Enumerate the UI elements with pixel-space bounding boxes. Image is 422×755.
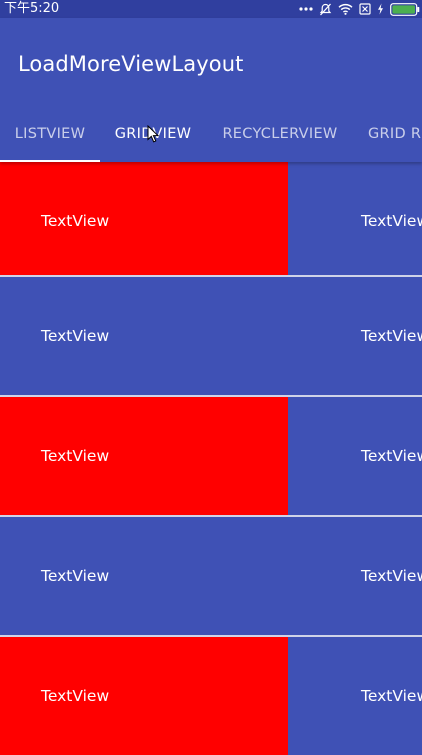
app-title: LoadMoreViewLayout (18, 52, 244, 76)
battery-icon (390, 2, 420, 16)
charging-icon (377, 3, 384, 15)
grid-item[interactable]: TextView (288, 637, 422, 755)
grid-row: TextView TextView (0, 637, 422, 755)
tab-listview[interactable]: LISTVIEW (0, 106, 100, 162)
grid-item[interactable]: TextView (0, 277, 288, 395)
grid-item[interactable]: TextView (288, 517, 422, 635)
grid-item-text: TextView (361, 212, 422, 230)
grid-item[interactable]: TextView (0, 397, 288, 515)
grid-item-text: TextView (361, 567, 422, 585)
grid-item-text: TextView (41, 212, 110, 230)
tab-label: RECYCLERVIEW (222, 126, 338, 142)
grid-item-text: TextView (361, 447, 422, 465)
grid-item-text: TextView (41, 567, 110, 585)
grid-item[interactable]: TextView (0, 162, 288, 280)
silent-icon (319, 3, 332, 16)
grid-item[interactable]: TextView (288, 397, 422, 515)
status-bar: 下午5:20 (0, 0, 422, 18)
wifi-icon (338, 3, 353, 15)
grid-item-text: TextView (41, 447, 110, 465)
status-time: 下午5:20 (4, 1, 60, 16)
app-bar: LoadMoreViewLayout LISTVIEW GRIDVIEW REC… (0, 18, 422, 162)
sim-icon (359, 3, 371, 15)
grid-row: TextView TextView (0, 397, 422, 515)
more-icon (299, 7, 313, 11)
tab-bar: LISTVIEW GRIDVIEW RECYCLERVIEW GRID RE (0, 106, 422, 162)
grid-item-text: TextView (361, 687, 422, 705)
mouse-cursor-icon (147, 124, 160, 147)
tab-grid-recyclerview[interactable]: GRID RE (368, 106, 422, 162)
grid-row: TextView TextView (0, 517, 422, 635)
grid-row: TextView TextView (0, 277, 422, 395)
tab-label: LISTVIEW (14, 126, 86, 142)
tab-label: GRID RE (368, 126, 422, 142)
grid-item[interactable]: TextView (0, 517, 288, 635)
grid-item-text: TextView (361, 327, 422, 345)
status-icons (299, 1, 420, 17)
tab-indicator (0, 160, 100, 162)
grid-item[interactable]: TextView (288, 277, 422, 395)
grid-item[interactable]: TextView (0, 637, 288, 755)
grid-view[interactable]: TextView TextView TextView TextView Text… (0, 162, 422, 755)
grid-item-text: TextView (41, 327, 110, 345)
grid-item[interactable]: TextView (288, 162, 422, 280)
tab-recyclerview[interactable]: RECYCLERVIEW (206, 106, 354, 162)
grid-item-text: TextView (41, 687, 110, 705)
grid-row: TextView TextView (0, 162, 422, 280)
